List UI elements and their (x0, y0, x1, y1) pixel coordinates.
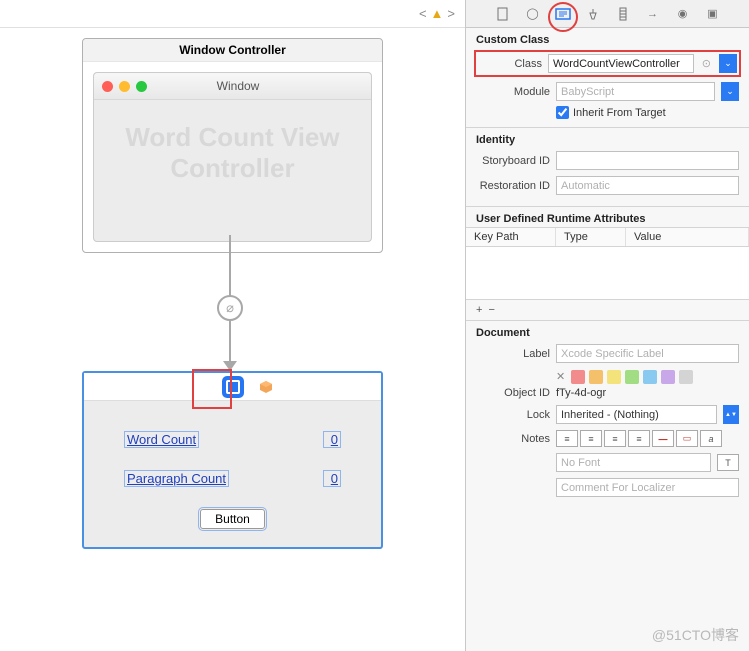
zoom-icon[interactable] (136, 81, 147, 92)
inherit-label: Inherit From Target (573, 107, 666, 119)
class-dropdown-icon[interactable]: ⌄ (719, 54, 737, 73)
warning-icon[interactable]: ▲ (431, 6, 444, 21)
view-controller-scene[interactable]: Word Count 0 Paragraph Count 0 Button (82, 371, 383, 549)
module-label: Module (476, 86, 550, 98)
restoration-id-field[interactable]: Automatic (556, 176, 739, 195)
storyboard-id-label: Storyboard ID (476, 155, 550, 167)
font-field[interactable]: No Font (556, 453, 711, 472)
window-controller-scene[interactable]: Window Controller Window Word Count View… (82, 38, 383, 253)
module-field[interactable]: BabyScript (556, 82, 715, 101)
custom-class-header: Custom Class (466, 28, 749, 48)
italic-icon[interactable]: a (700, 430, 722, 447)
clear-color-icon[interactable]: ✕ (556, 370, 565, 384)
back-chevron-icon[interactable]: < (419, 6, 427, 21)
close-icon[interactable] (102, 81, 113, 92)
clear-class-icon[interactable]: ⊙ (700, 57, 713, 70)
window-object[interactable]: Window Word Count View Controller (93, 72, 372, 242)
doc-label-field[interactable]: Xcode Specific Label (556, 344, 739, 363)
module-dropdown-icon[interactable]: ⌄ (721, 82, 739, 101)
notes-label: Notes (476, 433, 550, 445)
connections-inspector-tab-icon[interactable]: → (645, 6, 661, 22)
add-attribute-icon[interactable]: + (476, 304, 488, 316)
class-label: Class (478, 58, 542, 70)
action-button[interactable]: Button (200, 509, 265, 529)
identity-header: Identity (466, 128, 749, 148)
lock-stepper-icon[interactable]: ▲▼ (723, 405, 739, 424)
align-center-icon[interactable]: ≡ (580, 430, 602, 447)
paragraph-count-row: Paragraph Count 0 (124, 470, 341, 487)
color-swatch[interactable] (571, 370, 585, 384)
inspector-panel: ◯ → ◉ ▣ Custom Class Class WordCountView… (466, 0, 749, 651)
color-swatch[interactable] (589, 370, 603, 384)
font-picker-icon[interactable]: T (717, 454, 739, 471)
effects-inspector-tab-icon[interactable]: ▣ (705, 6, 721, 22)
content-placeholder: Word Count View Controller (94, 100, 371, 206)
document-section: Document Label Xcode Specific Label ✕ Ob… (466, 321, 749, 508)
runtime-header: User Defined Runtime Attributes (466, 207, 749, 227)
class-field[interactable]: WordCountViewController (548, 54, 694, 73)
runtime-section: User Defined Runtime Attributes Key Path… (466, 207, 749, 321)
runtime-table-body[interactable] (466, 247, 749, 299)
runtime-table-header: Key Path Type Value (466, 227, 749, 247)
align-right-icon[interactable]: ≡ (604, 430, 626, 447)
object-id-value: fTy-4d-ogr (556, 387, 739, 399)
file-inspector-tab-icon[interactable] (495, 6, 511, 22)
runtime-add-remove: +− (466, 299, 749, 320)
align-justify-icon[interactable]: ≡ (628, 430, 650, 447)
color-swatch[interactable] (625, 370, 639, 384)
watermark: @51CTO博客 (652, 625, 739, 645)
forward-chevron-icon[interactable]: > (447, 6, 455, 21)
lock-select[interactable]: Inherited - (Nothing) (556, 405, 717, 424)
bindings-inspector-tab-icon[interactable]: ◉ (675, 6, 691, 22)
align-left-icon[interactable]: ≡ (556, 430, 578, 447)
box-icon[interactable]: ▭ (676, 430, 698, 447)
color-swatch[interactable] (661, 370, 675, 384)
custom-class-section: Custom Class Class WordCountViewControll… (466, 28, 749, 128)
help-inspector-tab-icon[interactable]: ◯ (525, 6, 541, 22)
object-id-label: Object ID (476, 387, 550, 399)
comment-field[interactable]: Comment For Localizer (556, 478, 739, 497)
notes-toolbar: ≡ ≡ ≡ ≡ — ▭ a (556, 430, 722, 447)
size-inspector-tab-icon[interactable] (615, 6, 631, 22)
annotation-highlight-class-field: Class WordCountViewController ⊙ ⌄ (474, 50, 741, 77)
col-type[interactable]: Type (556, 228, 626, 246)
attributes-inspector-tab-icon[interactable] (585, 6, 601, 22)
identity-inspector-tab-icon[interactable] (555, 6, 571, 22)
document-header: Document (466, 321, 749, 341)
scene-dock[interactable] (84, 373, 381, 401)
word-count-row: Word Count 0 (124, 431, 341, 448)
label-color-swatches: ✕ (466, 366, 749, 384)
restoration-id-label: Restoration ID (476, 180, 550, 192)
window-title-label: Window (153, 79, 323, 93)
word-count-label[interactable]: Word Count (124, 431, 199, 448)
first-responder-icon[interactable] (259, 380, 273, 394)
inherit-checkbox[interactable] (556, 106, 569, 119)
inspector-tabs: ◯ → ◉ ▣ (466, 0, 749, 28)
strike-icon[interactable]: — (652, 430, 674, 447)
identity-section: Identity Storyboard ID Restoration ID Au… (466, 128, 749, 207)
paragraph-count-label[interactable]: Paragraph Count (124, 470, 229, 487)
doc-label-label: Label (476, 348, 550, 360)
storyboard-canvas[interactable]: < ▲ > Window Controller Window Word Coun… (0, 0, 466, 651)
lock-label: Lock (476, 409, 550, 421)
col-keypath[interactable]: Key Path (466, 228, 556, 246)
window-controller-title: Window Controller (83, 39, 382, 62)
remove-attribute-icon[interactable]: − (488, 304, 500, 316)
minimize-icon[interactable] (119, 81, 130, 92)
color-swatch[interactable] (643, 370, 657, 384)
color-swatch[interactable] (607, 370, 621, 384)
paragraph-count-value[interactable]: 0 (323, 470, 341, 487)
color-swatch[interactable] (679, 370, 693, 384)
view-controller-icon[interactable] (222, 376, 244, 398)
canvas-topbar: < ▲ > (0, 0, 465, 28)
storyboard-id-field[interactable] (556, 151, 739, 170)
col-value[interactable]: Value (626, 228, 749, 246)
segue-arrow-icon (223, 361, 237, 371)
window-titlebar: Window (94, 73, 371, 100)
word-count-value[interactable]: 0 (323, 431, 341, 448)
inherit-checkbox-row[interactable]: Inherit From Target (466, 104, 749, 119)
segue-icon[interactable]: ⌀ (217, 295, 243, 321)
view-body[interactable]: Word Count 0 Paragraph Count 0 Button (84, 401, 381, 547)
